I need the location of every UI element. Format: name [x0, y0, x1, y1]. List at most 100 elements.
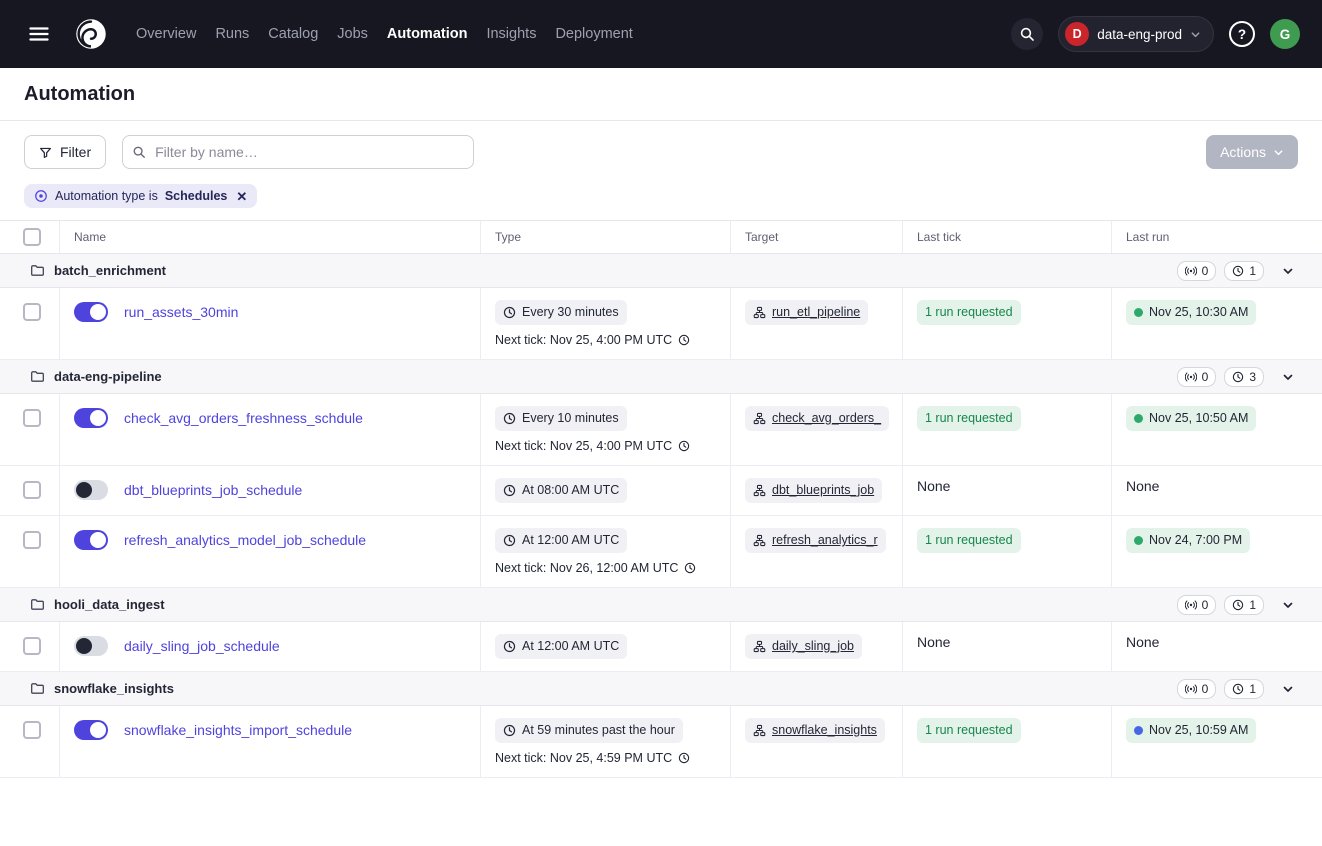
clock-icon — [503, 484, 516, 497]
schedule-name-link[interactable]: dbt_blueprints_job_schedule — [124, 482, 302, 498]
main-nav: Overview Runs Catalog Jobs Automation In… — [136, 26, 633, 42]
clock-icon — [503, 412, 516, 425]
schedule-toggle[interactable] — [74, 530, 108, 550]
user-avatar[interactable]: G — [1270, 19, 1300, 49]
row-checkbox[interactable] — [23, 531, 41, 549]
schedule-count-badge: 1 — [1224, 261, 1264, 281]
sensor-icon — [1185, 265, 1197, 277]
toolbar: Filter Actions — [0, 121, 1322, 182]
last-tick-status: 1 run requested — [917, 528, 1021, 553]
last-tick-status: 1 run requested — [917, 300, 1021, 325]
last-tick-status: None — [917, 478, 950, 494]
group-name: batch_enrichment — [54, 263, 166, 278]
global-search-button[interactable] — [1011, 18, 1043, 50]
filter-by-name-input[interactable] — [122, 135, 474, 169]
schedule-toggle[interactable] — [74, 720, 108, 740]
nav-jobs[interactable]: Jobs — [337, 26, 368, 42]
last-run-chip[interactable]: Nov 25, 10:59 AM — [1126, 718, 1256, 743]
schedule-name-link[interactable]: check_avg_orders_freshness_schdule — [124, 410, 363, 426]
job-icon — [753, 640, 766, 653]
menu-button[interactable] — [24, 19, 54, 49]
nav-overview[interactable]: Overview — [136, 26, 196, 42]
select-all-checkbox[interactable] — [23, 228, 41, 246]
schedule-toggle[interactable] — [74, 302, 108, 322]
job-icon — [753, 534, 766, 547]
clock-icon — [503, 724, 516, 737]
schedule-interval-chip: At 08:00 AM UTC — [495, 478, 627, 503]
filter-icon — [39, 146, 52, 159]
deployment-switcher[interactable]: D data-eng-prod — [1058, 16, 1214, 52]
toggle-knob — [90, 410, 106, 426]
actions-button-label: Actions — [1220, 144, 1266, 160]
job-icon — [753, 484, 766, 497]
schedule-name-link[interactable]: snowflake_insights_import_schedule — [124, 722, 352, 738]
schedule-toggle[interactable] — [74, 408, 108, 428]
last-tick-status: 1 run requested — [917, 406, 1021, 431]
folder-icon — [30, 263, 45, 278]
filter-button-label: Filter — [60, 144, 91, 160]
nav-deployment[interactable]: Deployment — [555, 26, 632, 42]
target-chip[interactable]: check_avg_orders_ — [745, 406, 889, 431]
target-chip[interactable]: refresh_analytics_r — [745, 528, 886, 553]
last-tick-status: 1 run requested — [917, 718, 1021, 743]
clock-icon — [678, 440, 690, 452]
filter-tag-value: Schedules — [165, 189, 228, 203]
group-row-batch-enrichment[interactable]: batch_enrichment 0 1 — [0, 254, 1322, 288]
last-run-chip[interactable]: Nov 24, 7:00 PM — [1126, 528, 1250, 553]
target-chip[interactable]: run_etl_pipeline — [745, 300, 868, 325]
top-navbar: Overview Runs Catalog Jobs Automation In… — [0, 0, 1322, 68]
chevron-down-icon — [1190, 29, 1201, 40]
group-row-hooli-data-ingest[interactable]: hooli_data_ingest 0 1 — [0, 588, 1322, 622]
next-tick: Next tick: Nov 25, 4:00 PM UTC — [495, 439, 718, 453]
column-header-type: Type — [481, 221, 731, 253]
nav-insights[interactable]: Insights — [486, 26, 536, 42]
toggle-knob — [90, 532, 106, 548]
last-run-status: None — [1126, 634, 1159, 650]
row-checkbox[interactable] — [23, 409, 41, 427]
nav-catalog[interactable]: Catalog — [268, 26, 318, 42]
target-chip[interactable]: daily_sling_job — [745, 634, 862, 659]
toggle-knob — [76, 638, 92, 654]
last-run-chip[interactable]: Nov 25, 10:30 AM — [1126, 300, 1256, 325]
schedule-row-run-assets-30min: run_assets_30min Every 30 minutes Next t… — [0, 288, 1322, 360]
group-expand-button[interactable] — [1280, 369, 1296, 385]
sensor-count-badge: 0 — [1177, 261, 1217, 281]
actions-button[interactable]: Actions — [1206, 135, 1298, 169]
row-checkbox[interactable] — [23, 637, 41, 655]
group-expand-button[interactable] — [1280, 681, 1296, 697]
schedule-count-badge: 1 — [1224, 679, 1264, 699]
run-status-dot — [1134, 414, 1143, 423]
sensor-count-badge: 0 — [1177, 367, 1217, 387]
row-checkbox[interactable] — [23, 481, 41, 499]
schedule-toggle[interactable] — [74, 636, 108, 656]
schedule-name-link[interactable]: daily_sling_job_schedule — [124, 638, 280, 654]
target-chip[interactable]: snowflake_insights — [745, 718, 885, 743]
target-chip[interactable]: dbt_blueprints_job — [745, 478, 882, 503]
row-checkbox[interactable] — [23, 303, 41, 321]
schedule-name-link[interactable]: refresh_analytics_model_job_schedule — [124, 532, 366, 548]
group-row-snowflake-insights[interactable]: snowflake_insights 0 1 — [0, 672, 1322, 706]
automation-type-icon — [34, 189, 48, 203]
schedule-row-refresh-analytics: refresh_analytics_model_job_schedule At … — [0, 516, 1322, 588]
nav-automation[interactable]: Automation — [387, 26, 468, 42]
help-icon: ? — [1238, 27, 1246, 42]
clock-icon — [1232, 265, 1244, 277]
filter-button[interactable]: Filter — [24, 135, 106, 169]
dagster-logo[interactable] — [72, 15, 110, 53]
schedule-row-check-avg-orders: check_avg_orders_freshness_schdule Every… — [0, 394, 1322, 466]
group-expand-button[interactable] — [1280, 597, 1296, 613]
group-expand-button[interactable] — [1280, 263, 1296, 279]
chevron-down-icon — [1282, 599, 1294, 611]
filter-tag-prefix: Automation type is — [55, 189, 158, 203]
nav-runs[interactable]: Runs — [215, 26, 249, 42]
schedule-toggle[interactable] — [74, 480, 108, 500]
clock-icon — [1232, 599, 1244, 611]
close-icon[interactable]: ✕ — [234, 190, 247, 203]
help-button[interactable]: ? — [1229, 21, 1255, 47]
last-run-chip[interactable]: Nov 25, 10:50 AM — [1126, 406, 1256, 431]
automation-type-filter-tag[interactable]: Automation type is Schedules ✕ — [24, 184, 257, 208]
schedule-name-link[interactable]: run_assets_30min — [124, 304, 238, 320]
row-checkbox[interactable] — [23, 721, 41, 739]
group-row-data-eng-pipeline[interactable]: data-eng-pipeline 0 3 — [0, 360, 1322, 394]
chevron-down-icon — [1282, 265, 1294, 277]
